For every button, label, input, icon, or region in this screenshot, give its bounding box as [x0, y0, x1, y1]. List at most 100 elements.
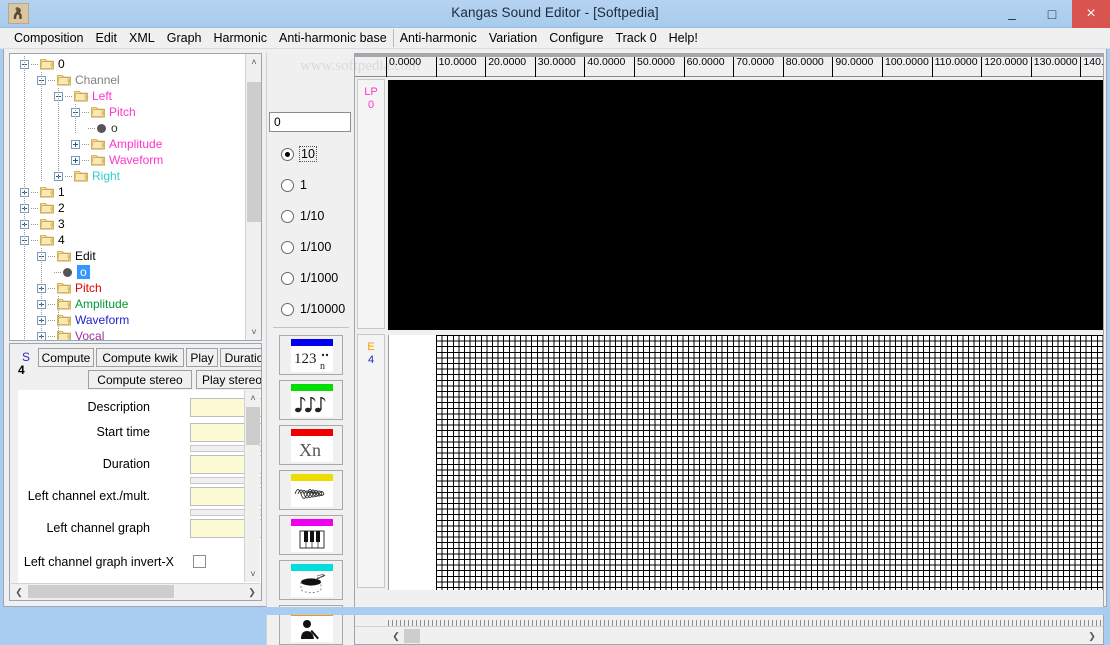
- duration-button[interactable]: Duratio: [220, 348, 261, 367]
- waveform-lane-lp0[interactable]: [388, 80, 1103, 330]
- radio-icon: [281, 240, 294, 254]
- track-label-lp0[interactable]: LP 0: [357, 79, 385, 329]
- tree-node-amplitude-15[interactable]: Amplitude: [37, 296, 128, 312]
- scale-option-1-10[interactable]: 1/10: [281, 208, 324, 224]
- menu-item-anti-harmonic-base[interactable]: Anti-harmonic base: [273, 29, 394, 47]
- expand-icon[interactable]: [71, 139, 80, 149]
- scale-option-10[interactable]: 10: [281, 146, 317, 162]
- tree-node-right-7[interactable]: Right: [54, 168, 120, 184]
- tree-node-label: Channel: [75, 73, 120, 87]
- properties-scroll-thumb[interactable]: [246, 407, 260, 445]
- numbers-tool-button[interactable]: 123 n: [279, 335, 343, 375]
- compute-kwik-button[interactable]: Compute kwik: [96, 348, 184, 367]
- tree-node-waveform-6[interactable]: Waveform: [71, 152, 163, 168]
- tree-node-label: Vocal: [75, 329, 105, 341]
- ruler-tick-11: 110.0000: [931, 57, 982, 77]
- scale-option-1-100-label: 1/100: [300, 240, 332, 254]
- folder-icon: [57, 282, 71, 294]
- tree-connector: [48, 319, 55, 321]
- timeline-scroll-left-button[interactable]: ❮: [388, 628, 404, 644]
- tree-node-pitch-14[interactable]: Pitch: [37, 280, 102, 296]
- close-button[interactable]: ×: [1072, 0, 1110, 28]
- ruler-tick-14: 140.0: [1080, 57, 1103, 77]
- scale-value-input[interactable]: 0: [269, 112, 351, 132]
- tree-connector: [31, 207, 38, 209]
- properties-scroll-right-button[interactable]: ❯: [244, 584, 260, 600]
- menu-item-help[interactable]: Help!: [663, 29, 704, 47]
- tree-node-pitch-3[interactable]: Pitch: [71, 104, 136, 120]
- menu-item-xml[interactable]: XML: [123, 29, 161, 47]
- tree-node-waveform-16[interactable]: Waveform: [37, 312, 129, 328]
- tree-node-amplitude-5[interactable]: Amplitude: [71, 136, 162, 152]
- grid-lane-e4[interactable]: [388, 335, 1103, 590]
- tree-node-o-13[interactable]: o: [54, 264, 90, 280]
- maximize-button[interactable]: □: [1032, 0, 1072, 28]
- tree-node-vocal-17[interactable]: Vocal: [37, 328, 105, 341]
- keyboard-tool-button[interactable]: [279, 515, 343, 555]
- svg-text:123: 123: [294, 351, 317, 367]
- track-label-e4[interactable]: E 4: [357, 334, 385, 588]
- tree-node-0-0[interactable]: 0: [20, 56, 65, 72]
- minimize-button[interactable]: –: [992, 0, 1032, 28]
- stereo-indicator-label: S: [22, 350, 31, 364]
- tree-node-channel-1[interactable]: Channel: [37, 72, 120, 88]
- menu-item-graph[interactable]: Graph: [161, 29, 208, 47]
- tree-connector: [82, 159, 89, 161]
- menu-item-configure[interactable]: Configure: [543, 29, 609, 47]
- tree-connector: [82, 143, 89, 145]
- drum-tool-button[interactable]: [279, 560, 343, 600]
- properties-scroll-left-button[interactable]: ❮: [11, 584, 27, 600]
- chevron-up-icon: ˄: [250, 393, 256, 403]
- menu-item-harmonic[interactable]: Harmonic: [207, 29, 273, 47]
- scale-option-1-1000[interactable]: 1/1000: [281, 270, 338, 286]
- menu-item-anti-harmonic[interactable]: Anti-harmonic: [394, 29, 483, 47]
- ruler-tick-9: 90.0000: [832, 57, 882, 77]
- menu-item-track-0[interactable]: Track 0: [609, 29, 662, 47]
- xn-tool-button[interactable]: Xn: [279, 425, 343, 465]
- tree-node-o-4[interactable]: o: [88, 120, 118, 136]
- notes-tool-button[interactable]: [279, 380, 343, 420]
- tree-scroll-thumb[interactable]: [247, 82, 261, 222]
- tree-vertical-scrollbar[interactable]: ˄ ˅: [245, 54, 261, 340]
- tree-node-edit-12[interactable]: Edit: [37, 248, 96, 264]
- compute-button[interactable]: Compute: [38, 348, 94, 367]
- scale-option-1-10000[interactable]: 1/10000: [281, 301, 345, 317]
- ruler-tick-8: 80.0000: [782, 57, 833, 77]
- timeline-horizontal-scrollbar[interactable]: ❮ ❯: [355, 626, 1103, 644]
- left-channel-ext-label: Left channel ext./mult.: [27, 489, 150, 503]
- tree-scroll-down-button[interactable]: ˅: [246, 324, 261, 340]
- scale-option-1-100[interactable]: 1/100: [281, 239, 331, 255]
- timeline-hscroll-thumb[interactable]: [404, 629, 420, 643]
- folder-icon: [57, 74, 71, 86]
- menu-item-composition[interactable]: Composition: [8, 29, 89, 47]
- tree-node-4-11[interactable]: 4: [20, 232, 65, 248]
- play-stereo-button[interactable]: Play stereo: [196, 370, 261, 389]
- tree-node-2-9[interactable]: 2: [20, 200, 65, 216]
- composition-tree-panel[interactable]: 0 Channel Left Pitch o Amplitude Waveform Right…: [9, 53, 262, 341]
- tree-node-1-8[interactable]: 1: [20, 184, 65, 200]
- properties-scroll-up-button[interactable]: ˄: [245, 390, 261, 406]
- tree-connector: [48, 255, 55, 257]
- timeline-scroll-right-button[interactable]: ❯: [1084, 628, 1100, 644]
- ruler-tick-13: 130.0000: [1030, 57, 1081, 77]
- time-ruler[interactable]: 0.0000 10.0000 20.0000 30.0000 40.0000 50.000…: [355, 54, 1103, 77]
- tree-node-label: 2: [58, 201, 65, 215]
- properties-hscroll-thumb[interactable]: [28, 585, 174, 598]
- tree-node-left-2[interactable]: Left: [54, 88, 112, 104]
- tree-node-3-10[interactable]: 3: [20, 216, 65, 232]
- waves-tool-button[interactable]: [279, 470, 343, 510]
- ruler-tick-10: 100.0000: [882, 57, 932, 77]
- chevron-up-icon: ˄: [251, 57, 257, 67]
- compute-stereo-button[interactable]: Compute stereo: [88, 370, 192, 389]
- properties-scroll-down-button[interactable]: ˅: [245, 566, 261, 582]
- properties-vertical-scrollbar[interactable]: ˄ ˅: [244, 390, 260, 582]
- left-channel-graph-invert-x-checkbox[interactable]: [193, 555, 206, 568]
- menu-item-variation[interactable]: Variation: [483, 29, 543, 47]
- scale-option-1-10000-label: 1/10000: [300, 302, 346, 316]
- menu-item-edit[interactable]: Edit: [89, 29, 123, 47]
- tree-scroll-up-button[interactable]: ˄: [246, 54, 261, 70]
- scale-option-1[interactable]: 1: [281, 177, 307, 193]
- play-button[interactable]: Play: [186, 348, 218, 367]
- properties-horizontal-scrollbar[interactable]: ❮ ❯: [11, 583, 260, 599]
- expand-icon[interactable]: [71, 155, 80, 165]
